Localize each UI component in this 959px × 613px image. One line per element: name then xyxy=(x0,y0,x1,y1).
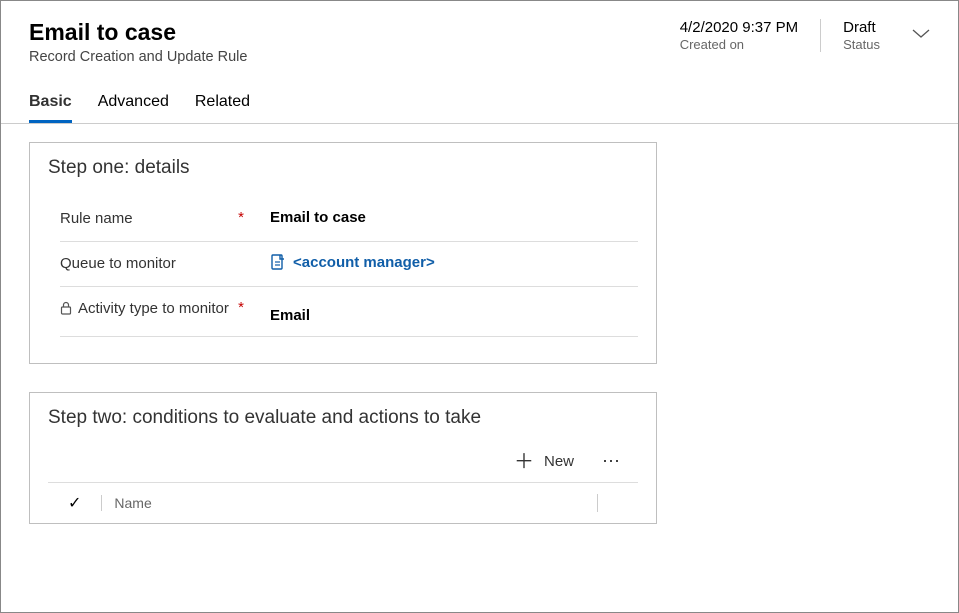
status-block: Draft Status xyxy=(820,19,880,52)
plus-icon: ＋ xyxy=(514,452,534,472)
created-on-block: 4/2/2020 9:37 PM Created on xyxy=(679,19,798,52)
expand-header-button[interactable] xyxy=(912,27,930,43)
queue-monitor-lookup[interactable]: <account manager> xyxy=(270,254,435,271)
rule-name-row: Rule name * Email to case xyxy=(60,197,638,242)
status-value: Draft xyxy=(843,19,880,36)
new-button-label: New xyxy=(544,453,574,470)
created-on-label: Created on xyxy=(680,37,798,52)
activity-type-row: Activity type to monitor * Email xyxy=(60,287,638,337)
created-on-value: 4/2/2020 9:37 PM xyxy=(680,19,798,36)
rule-name-label: Rule name xyxy=(60,209,133,229)
tab-related[interactable]: Related xyxy=(195,89,250,123)
title-block: Email to case Record Creation and Update… xyxy=(29,19,679,65)
lock-icon xyxy=(60,301,72,315)
form-header: Email to case Record Creation and Update… xyxy=(1,1,958,124)
step-one-section: Step one: details Rule name * Email to c… xyxy=(29,142,657,365)
grid-column-divider xyxy=(597,494,598,512)
activity-type-label: Activity type to monitor xyxy=(78,299,229,319)
conditions-grid-header: ✓ Name xyxy=(48,483,638,513)
step-one-title: Step one: details xyxy=(48,157,638,179)
header-meta: 4/2/2020 9:37 PM Created on Draft Status xyxy=(679,19,930,52)
page-subtitle: Record Creation and Update Rule xyxy=(29,49,679,65)
queue-entity-icon xyxy=(270,254,286,270)
activity-type-value: Email xyxy=(270,307,310,324)
tab-advanced[interactable]: Advanced xyxy=(98,89,169,123)
step-two-section: Step two: conditions to evaluate and act… xyxy=(29,392,657,524)
form-body: Step one: details Rule name * Email to c… xyxy=(1,124,958,585)
queue-monitor-row: Queue to monitor <account manager> xyxy=(60,242,638,287)
conditions-toolbar: ＋ New ⋯ xyxy=(48,447,638,483)
required-indicator: * xyxy=(238,209,244,226)
tabs: Basic Advanced Related xyxy=(29,89,930,123)
queue-monitor-value: <account manager> xyxy=(293,254,435,271)
grid-column-name[interactable]: Name xyxy=(101,495,577,511)
queue-monitor-label: Queue to monitor xyxy=(60,254,176,274)
required-indicator: * xyxy=(238,299,244,316)
status-label: Status xyxy=(843,37,880,52)
chevron-down-icon xyxy=(912,28,930,40)
step-two-title: Step two: conditions to evaluate and act… xyxy=(48,407,638,429)
more-commands-button[interactable]: ⋯ xyxy=(602,451,622,472)
new-condition-button[interactable]: ＋ New xyxy=(514,452,574,472)
tab-basic[interactable]: Basic xyxy=(29,89,72,123)
page-title: Email to case xyxy=(29,19,679,47)
rule-name-input[interactable]: Email to case xyxy=(270,209,366,226)
select-all-checkbox[interactable]: ✓ xyxy=(68,493,81,513)
